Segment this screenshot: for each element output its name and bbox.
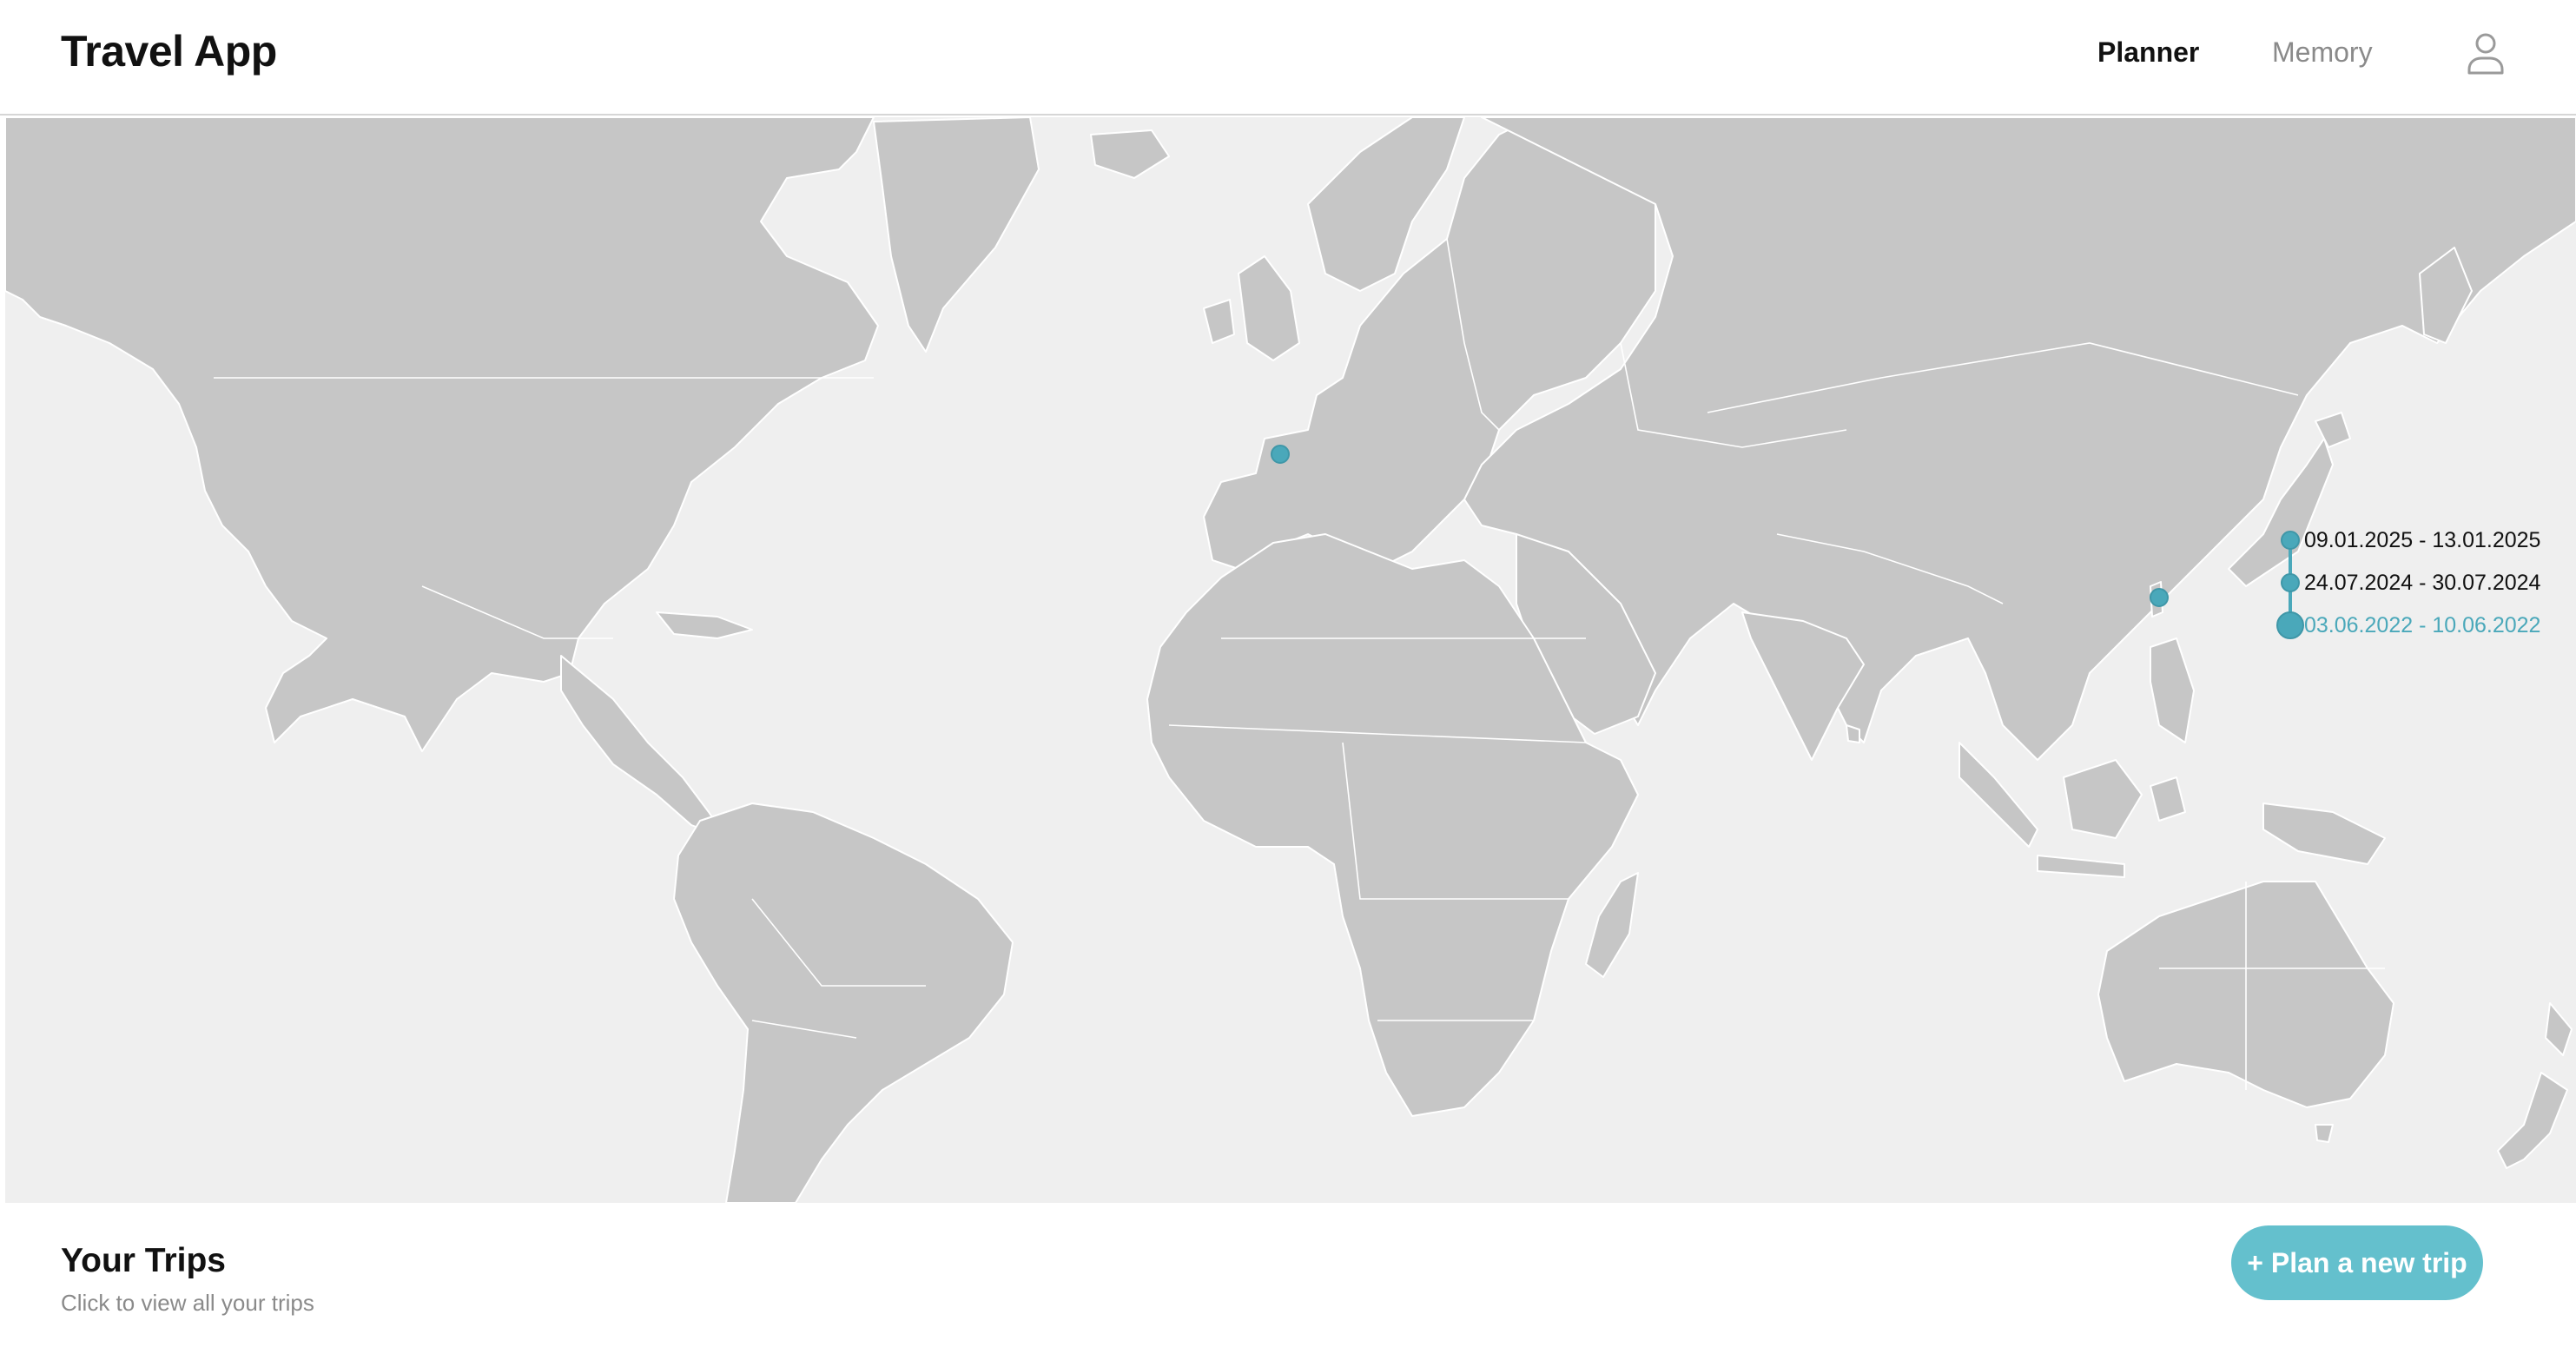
top-header: Travel App Planner Memory: [0, 0, 2576, 116]
trip-date-label[interactable]: 24.07.2024 - 30.07.2024: [2304, 571, 2540, 596]
landmass-borneo: [2063, 759, 2143, 839]
trip-date-label[interactable]: 09.01.2025 - 13.01.2025: [2304, 528, 2540, 553]
plan-new-trip-button[interactable]: + Plan a new trip: [2231, 1225, 2483, 1300]
trip-pin-taiwan[interactable]: [2150, 588, 2169, 607]
nav-planner-tab[interactable]: Planner: [2097, 36, 2199, 69]
landmass-iceland: [1090, 129, 1170, 179]
landmass-great-britain: [1238, 255, 1300, 361]
landmass-tasmania: [2315, 1124, 2334, 1143]
trip-pin-japan-2024[interactable]: [2281, 573, 2300, 592]
landmass-hokkaido: [2315, 412, 2351, 448]
your-trips-subtitle: Click to view all your trips: [61, 1290, 314, 1316]
trip-pin-spain[interactable]: [1271, 445, 1290, 464]
landmass-sulawesi: [2150, 776, 2186, 822]
landmass-new-zealand: [2497, 1072, 2568, 1169]
user-icon-graphic: [2467, 33, 2504, 75]
landmass-new-zealand-north: [2545, 1002, 2573, 1056]
landmass-sumatra: [1958, 742, 2038, 848]
trip-pin-japan-2025[interactable]: [2281, 531, 2300, 550]
landmass-caribbean: [656, 611, 753, 639]
trip-date-label-active[interactable]: 03.06.2022 - 10.06.2022: [2304, 613, 2540, 638]
landmass-java: [2037, 855, 2125, 878]
landmass-greenland: [873, 117, 1040, 353]
landmass-madagascar: [1585, 872, 1639, 978]
nav-memory-tab[interactable]: Memory: [2272, 36, 2373, 69]
world-map[interactable]: 09.01.2025 - 13.01.2025 24.07.2024 - 30.…: [5, 117, 2576, 1203]
landmass-south-america: [673, 802, 1014, 1203]
landmass-north-america: [5, 117, 879, 752]
user-icon[interactable]: [2465, 31, 2507, 76]
your-trips-title[interactable]: Your Trips: [61, 1242, 226, 1280]
landmass-central-america: [560, 655, 727, 839]
your-trips-panel[interactable]: Your Trips Click to view all your trips …: [7, 1203, 2576, 1354]
world-map-graphic: [5, 117, 2576, 1203]
landmass-new-guinea: [2262, 802, 2386, 865]
app-title: Travel App: [61, 27, 277, 76]
landmass-philippines: [2150, 637, 2195, 743]
landmass-ireland: [1203, 299, 1235, 344]
trip-pin-japan-2022[interactable]: [2276, 611, 2304, 639]
